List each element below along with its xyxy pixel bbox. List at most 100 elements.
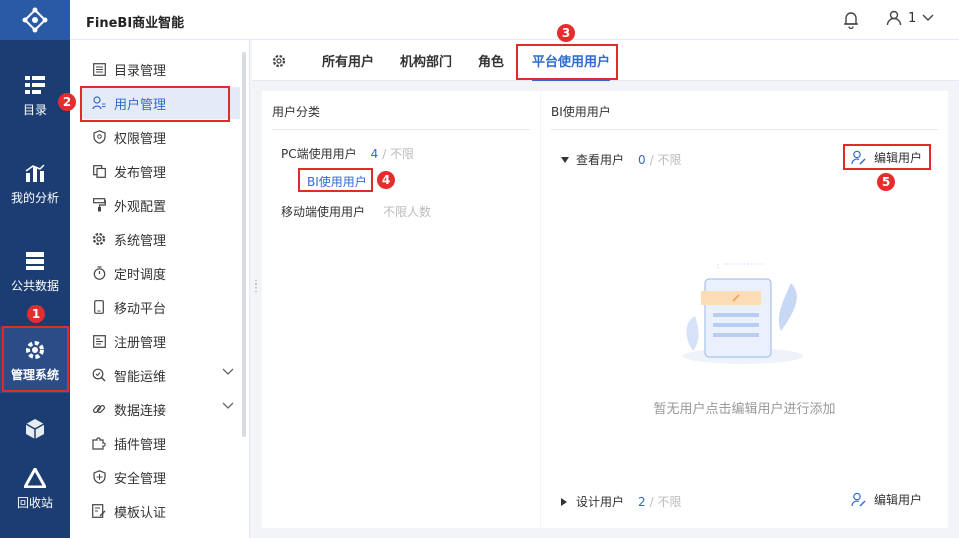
menu-item-label: 定时调度 <box>114 267 167 283</box>
menu-item-publish-management[interactable]: 发布管理 <box>80 155 240 187</box>
menu-item-label: 注册管理 <box>114 335 167 351</box>
menu-item-label: 模板认证 <box>114 505 167 521</box>
edit-user-icon <box>851 492 866 507</box>
rail-item-label: 公共数据 <box>10 278 59 293</box>
menu-item-label: 插件管理 <box>114 437 167 453</box>
app-logo[interactable] <box>0 0 70 40</box>
menu-item-registration-management[interactable]: 注册管理 <box>80 325 240 357</box>
annotation-badge-2: 2 <box>58 93 76 111</box>
chevron-down-icon <box>922 14 934 21</box>
view-user-limit: / 不限 <box>649 153 682 167</box>
category-pc-users[interactable]: PC端使用用户 4 / 不限 <box>281 145 414 162</box>
menu-scrollbar[interactable] <box>242 52 246 437</box>
caret-down-icon <box>561 156 569 163</box>
pc-user-limit: / 不限 <box>382 147 415 161</box>
category-label: PC端使用用户 <box>281 147 357 161</box>
user-icon <box>886 10 902 26</box>
rail-item-my-analysis[interactable]: 我的分析 <box>0 150 70 216</box>
registration-doc-icon <box>92 334 106 348</box>
menu-item-plugin-management[interactable]: 插件管理 <box>80 427 240 459</box>
security-shield-icon <box>92 470 106 484</box>
annotation-box-3 <box>516 44 618 80</box>
annotation-badge-1: 1 <box>27 305 45 323</box>
user-menu[interactable]: 1 <box>886 10 934 26</box>
section-label: 查看用户 <box>576 153 625 167</box>
left-rail: 目录 我的分析 公共数据 管理系统 回收站 <box>0 0 70 538</box>
user-category-panel: 用户分类 PC端使用用户 4 / 不限 BI使用用户 移动端使用用户 不限人数 <box>262 91 540 528</box>
notification-bell-icon[interactable] <box>843 11 859 33</box>
ops-search-icon <box>92 368 106 382</box>
tab-roles[interactable]: 角色 <box>478 40 504 81</box>
database-icon <box>23 249 47 273</box>
mobile-phone-icon <box>92 300 106 314</box>
recycle-icon <box>23 466 47 490</box>
publish-copy-icon <box>92 164 106 178</box>
tab-settings-gear[interactable] <box>272 40 286 81</box>
finebi-logo-icon <box>22 7 48 33</box>
paint-roller-icon <box>92 198 106 212</box>
category-mobile-users[interactable]: 移动端使用用户 不限人数 <box>281 203 431 220</box>
menu-item-permission-management[interactable]: 权限管理 <box>80 121 240 153</box>
tab-all-users[interactable]: 所有用户 <box>322 40 374 81</box>
menu-item-label: 移动平台 <box>114 301 167 317</box>
annotation-box-4 <box>298 168 373 192</box>
annotation-badge-5: 5 <box>877 173 895 191</box>
rail-item-label: 回收站 <box>16 495 53 510</box>
list-icon <box>23 73 47 97</box>
menu-item-label: 权限管理 <box>114 131 167 147</box>
menu-item-mobile-platform[interactable]: 移动平台 <box>80 291 240 323</box>
top-bar: FineBI商业智能 1 <box>70 0 959 40</box>
design-user-limit: / 不限 <box>649 495 682 509</box>
menu-item-security-management[interactable]: 安全管理 <box>80 461 240 493</box>
empty-state-text: 暂无用户点击编辑用户进行添加 <box>653 402 836 417</box>
panel-title: BI使用用户 <box>551 105 611 119</box>
menu-item-label: 外观配置 <box>114 199 167 215</box>
menu-item-label: 系统管理 <box>114 233 167 249</box>
pc-user-count: 4 <box>370 146 379 161</box>
edit-button-label: 编辑用户 <box>874 493 923 507</box>
menu-item-label: 智能运维 <box>114 369 167 385</box>
design-users-section-toggle[interactable]: 设计用户 2 / 不限 <box>561 493 682 510</box>
empty-document-illustration <box>683 263 803 364</box>
rail-item-cube[interactable] <box>0 406 70 456</box>
edit-design-users-button[interactable]: 编辑用户 <box>851 491 922 508</box>
menu-item-system-management[interactable]: 系统管理 <box>80 223 240 255</box>
design-user-count: 2 <box>638 494 646 509</box>
shield-icon <box>92 130 106 144</box>
divider <box>551 129 938 130</box>
menu-item-data-connection[interactable]: 数据连接 <box>80 393 240 425</box>
menu-item-scheduled-tasks[interactable]: 定时调度 <box>80 257 240 289</box>
annotation-badge-4: 4 <box>377 171 395 189</box>
menu-item-label: 数据连接 <box>114 403 167 419</box>
divider <box>272 129 530 130</box>
rail-item-public-data[interactable]: 公共数据 <box>0 238 70 304</box>
menu-item-catalog-management[interactable]: 目录管理 <box>80 53 240 85</box>
menu-item-appearance-config[interactable]: 外观配置 <box>80 189 240 221</box>
rail-item-label: 我的分析 <box>10 190 59 205</box>
annotation-box-2 <box>80 86 230 122</box>
rail-item-recycle-bin[interactable]: 回收站 <box>0 455 70 521</box>
view-users-section-toggle[interactable]: 查看用户 0 / 不限 <box>561 151 682 168</box>
chevron-down-icon[interactable] <box>222 402 234 410</box>
mobile-user-limit: 不限人数 <box>383 205 432 219</box>
menu-item-label: 目录管理 <box>114 63 167 79</box>
menu-item-intelligent-ops[interactable]: 智能运维 <box>80 359 240 391</box>
menu-item-template-certification[interactable]: 模板认证 <box>80 495 240 527</box>
template-edit-icon <box>92 504 106 518</box>
chevron-down-icon[interactable] <box>222 368 234 376</box>
caret-right-icon <box>561 497 567 506</box>
rail-item-label: 目录 <box>22 102 47 117</box>
settings-gear-icon <box>92 232 106 246</box>
annotation-box-5 <box>843 144 931 170</box>
app-title: FineBI商业智能 <box>86 16 185 31</box>
annotation-badge-3: 3 <box>557 24 575 42</box>
view-user-count: 0 <box>638 152 646 167</box>
menu-item-label: 发布管理 <box>114 165 167 181</box>
catalog-list-icon <box>92 62 106 76</box>
bar-chart-icon <box>23 161 47 185</box>
cube-icon <box>23 417 47 441</box>
tab-departments[interactable]: 机构部门 <box>400 40 452 81</box>
gear-icon <box>272 54 286 67</box>
panel-title: 用户分类 <box>272 105 321 119</box>
resize-handle[interactable]: ⋮ ⋮ <box>251 280 261 294</box>
